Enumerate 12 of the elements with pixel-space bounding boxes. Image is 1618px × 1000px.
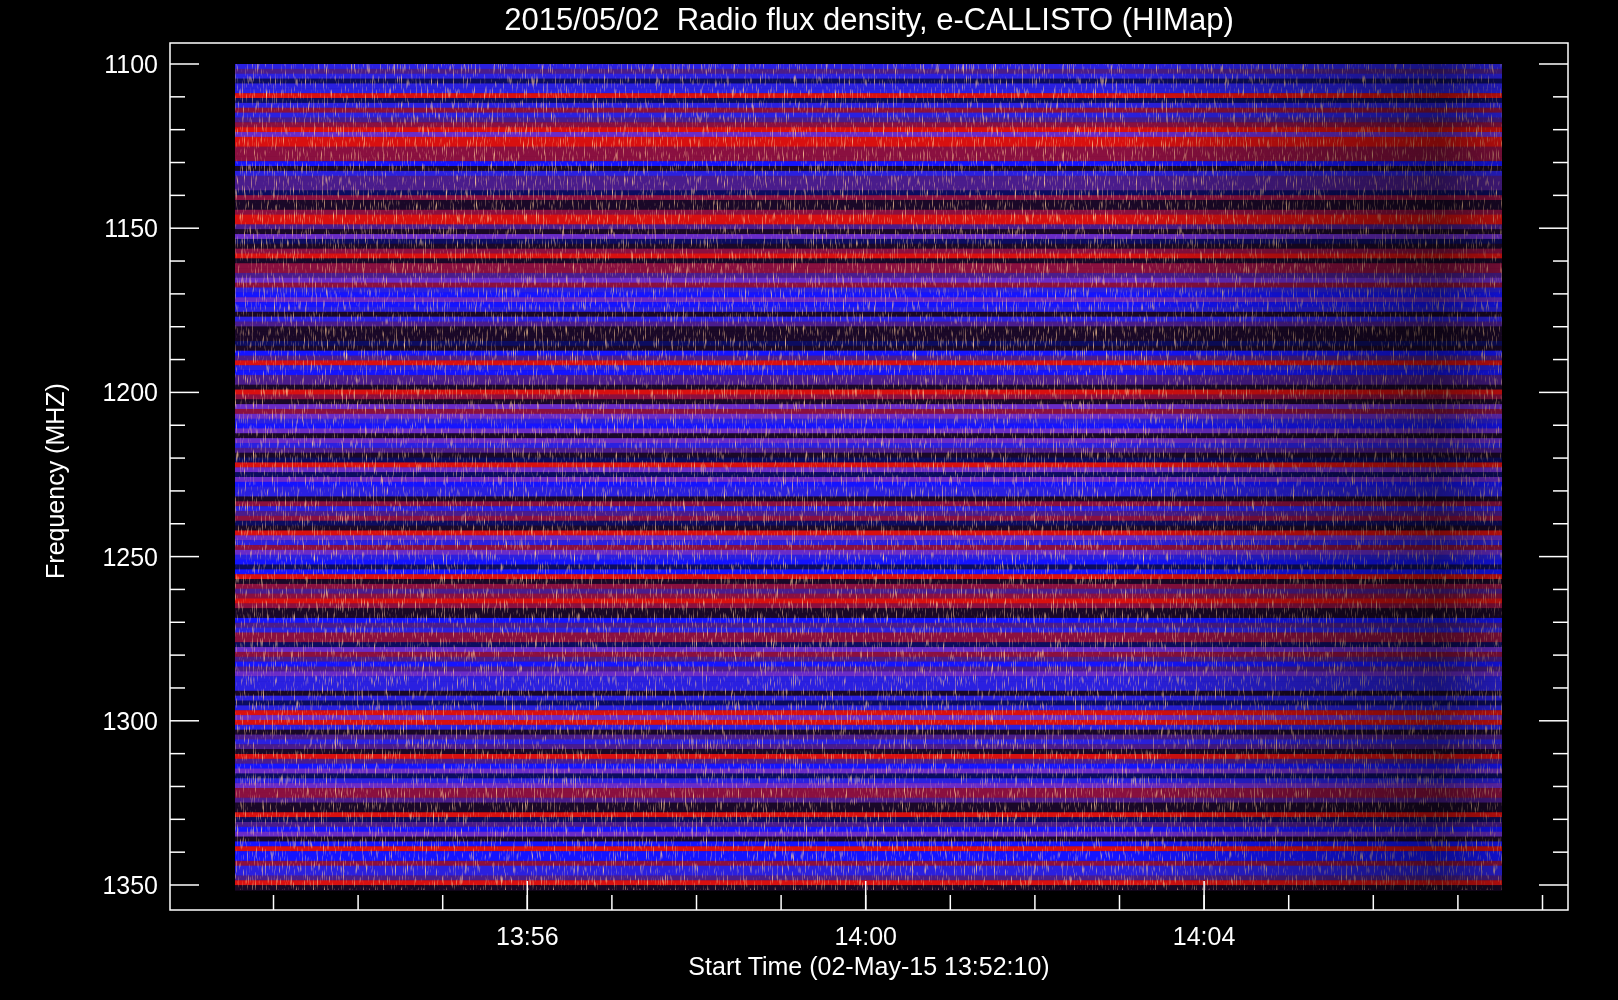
y-tick-label: 1200 [102,378,158,407]
y-tick-label: 1250 [102,542,158,571]
x-tick-label: 13:56 [496,922,559,950]
y-tick-label: 1350 [102,871,158,899]
x-tick-label: 14:00 [834,922,897,950]
x-tick-label: 14:04 [1172,922,1236,950]
y-tick-label: 1300 [102,706,158,735]
chart-title: 2015/05/02 Radio flux density, e-CALLISTO (HIMap) [504,2,1234,37]
y-tick-label: 1100 [104,50,158,78]
x-axis-label: Start Time (02-May-15 13:52:10) [688,952,1050,980]
y-tick-label: 1150 [104,214,158,243]
y-axis-label: Frequency (MHZ) [41,383,69,579]
